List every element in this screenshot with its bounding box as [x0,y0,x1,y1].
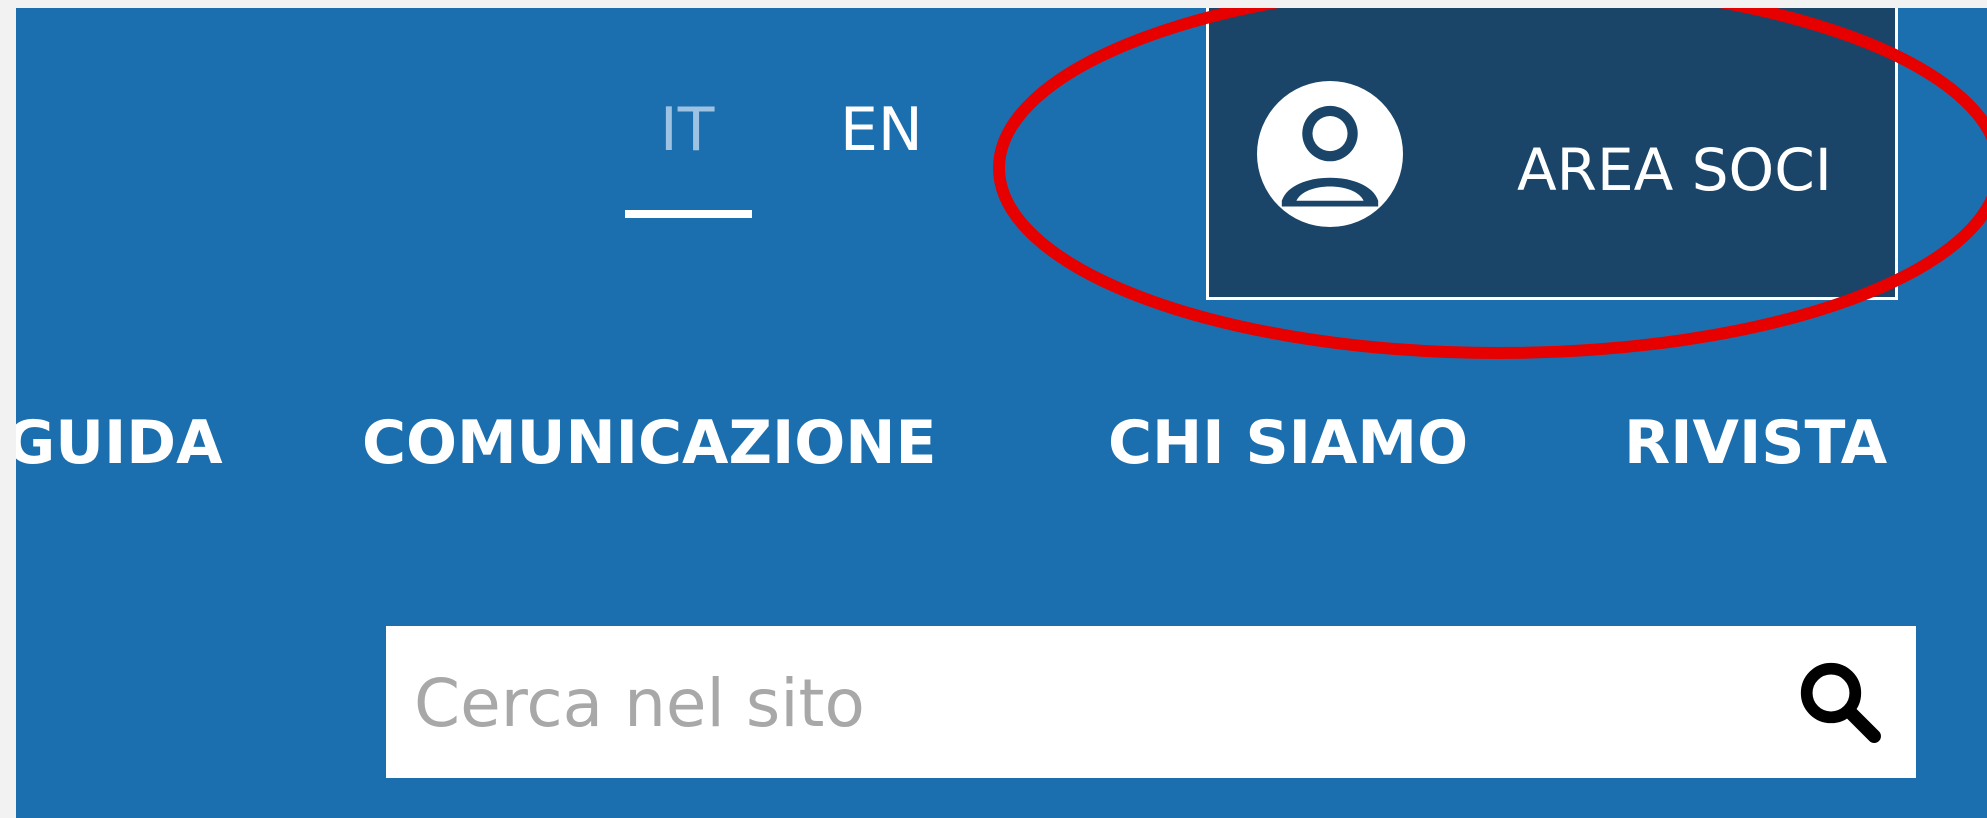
area-soci-label: AREA SOCI [1517,136,1832,204]
nav-item-rivista[interactable]: RIVISTA [1624,413,1887,473]
nav-item-comunicazione[interactable]: COMUNICAZIONE [362,413,937,473]
lang-it-link[interactable]: IT [660,100,714,160]
site-header: IT EN AREA SOCI GUIDA COMUNICAZIONE CHI … [16,8,1987,818]
lang-en-link[interactable]: EN [840,100,923,160]
area-soci-button[interactable]: AREA SOCI [1206,8,1898,300]
search-box [386,626,1916,778]
nav-item-chi-siamo[interactable]: CHI SIAMO [1108,413,1468,473]
search-input[interactable] [414,648,1744,758]
user-icon [1257,81,1403,227]
nav-item-guida[interactable]: GUIDA [16,413,223,473]
search-icon [1800,662,1881,743]
search-button[interactable] [1764,626,1916,778]
active-language-underline [625,210,752,218]
